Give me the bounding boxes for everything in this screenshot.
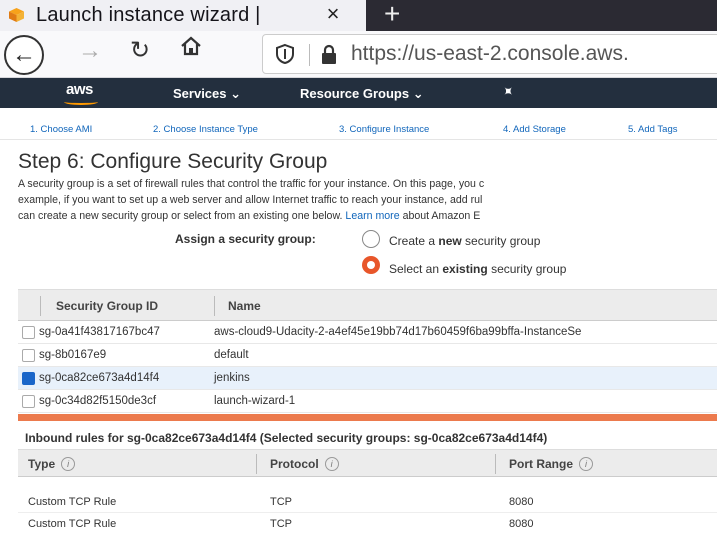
column-header-name[interactable]: Name xyxy=(228,299,261,313)
services-label: Services xyxy=(173,86,227,101)
header-label: Protocol xyxy=(270,457,319,471)
inbound-rules-title: Inbound rules for sg-0ca82ce673a4d14f4 (… xyxy=(25,431,548,445)
description-line: example, if you want to set up a web ser… xyxy=(18,194,483,206)
pin-icon[interactable]: ✦ xyxy=(498,81,518,101)
column-header-protocol[interactable]: Protocol i xyxy=(270,457,339,471)
assign-security-group-label: Assign a security group: xyxy=(175,232,316,246)
url-bar[interactable]: https://us-east-2.console.aws. xyxy=(262,34,717,74)
row-checkbox[interactable] xyxy=(22,372,35,385)
aws-cube-icon xyxy=(9,8,24,22)
browser-nav-bar: ← → ↻ https://us-east-2.console.aws. xyxy=(0,31,717,78)
column-divider[interactable] xyxy=(256,454,257,474)
url-separator xyxy=(309,44,310,66)
resource-groups-label: Resource Groups xyxy=(300,86,410,101)
description-line: can create a new security group or selec… xyxy=(18,208,717,224)
table-row: Custom TCP Rule TCP 8080 xyxy=(18,491,717,513)
column-divider[interactable] xyxy=(495,454,496,474)
forward-arrow-icon[interactable]: → xyxy=(78,37,102,65)
column-header-port-range[interactable]: Port Range i xyxy=(509,457,594,471)
step-choose-instance-type[interactable]: 2. Choose Instance Type xyxy=(153,124,258,135)
reload-icon[interactable]: ↻ xyxy=(130,36,150,65)
browser-tab[interactable]: Launch instance wizard | × xyxy=(0,0,366,31)
info-icon[interactable]: i xyxy=(579,457,594,471)
table-row[interactable]: sg-0a41f43817167bc47 aws-cloud9-Udacity-… xyxy=(18,321,717,344)
services-menu[interactable]: Services ⌄ xyxy=(173,86,241,102)
radio-label-text: security group xyxy=(487,262,567,276)
shield-icon[interactable] xyxy=(275,43,295,65)
sg-id-cell: sg-0c34d82f5150de3cf xyxy=(39,395,157,407)
rule-type-cell: Custom TCP Rule xyxy=(28,496,117,508)
select-existing-sg-label[interactable]: Select an existing security group xyxy=(389,262,566,276)
url-text: https://us-east-2.console.aws. xyxy=(351,42,629,65)
tab-title: Launch instance wizard | xyxy=(36,4,261,26)
radio-label-bold: existing xyxy=(442,262,488,276)
aws-console-header: aws Services ⌄ Resource Groups ⌄ ✦ xyxy=(0,78,717,108)
browser-tab-bar: Launch instance wizard | × + xyxy=(0,0,717,31)
lock-icon[interactable] xyxy=(320,44,338,66)
home-icon[interactable] xyxy=(180,35,202,64)
learn-more-link[interactable]: Learn more xyxy=(345,210,399,222)
security-group-table-header: Security Group ID Name xyxy=(18,289,717,321)
step-add-storage[interactable]: 4. Add Storage xyxy=(503,124,566,135)
page-description: A security group is a set of firewall ru… xyxy=(18,176,717,224)
new-tab-icon[interactable]: + xyxy=(384,0,400,30)
rule-protocol-cell: TCP xyxy=(270,496,292,508)
sg-id-cell: sg-8b0167e9 xyxy=(39,349,107,361)
radio-label-bold: new xyxy=(438,234,462,248)
sg-id-cell: sg-0ca82ce673a4d14f4 xyxy=(39,372,160,384)
table-row: Custom TCP Rule TCP 8080 xyxy=(18,513,717,534)
chevron-down-icon: ⌄ xyxy=(412,86,424,101)
rule-type-cell: Custom TCP Rule xyxy=(28,518,117,530)
header-label: Port Range xyxy=(509,457,574,471)
radio-label-text: Create a xyxy=(389,234,439,248)
create-new-sg-label[interactable]: Create a new security group xyxy=(389,234,540,248)
rule-protocol-cell: TCP xyxy=(270,518,292,530)
chevron-down-icon: ⌄ xyxy=(230,86,242,101)
page-title: Step 6: Configure Security Group xyxy=(18,150,328,173)
rule-port-cell: 8080 xyxy=(509,496,534,508)
close-tab-icon[interactable]: × xyxy=(318,1,348,27)
sg-id-cell: sg-0a41f43817167bc47 xyxy=(39,326,160,338)
select-existing-sg-radio[interactable] xyxy=(362,256,380,274)
row-checkbox[interactable] xyxy=(22,349,35,362)
radio-label-text: security group xyxy=(461,234,541,248)
rule-port-cell: 8080 xyxy=(509,518,534,530)
description-text: can create a new security group or selec… xyxy=(18,210,343,222)
inbound-rules-header: Type i Protocol i Port Range i xyxy=(18,449,717,477)
description-text: about Amazon E xyxy=(402,210,481,222)
radio-label-text: Select an xyxy=(389,262,443,276)
column-divider[interactable] xyxy=(214,296,215,316)
column-header-sg-id[interactable]: Security Group ID xyxy=(56,299,158,313)
header-label: Type xyxy=(28,457,56,471)
step-add-tags[interactable]: 5. Add Tags xyxy=(628,124,677,135)
table-row[interactable]: sg-8b0167e9 default xyxy=(18,344,717,367)
wizard-steps: 1. Choose AMI 2. Choose Instance Type 3.… xyxy=(0,118,717,140)
description-line: A security group is a set of firewall ru… xyxy=(18,178,485,190)
info-icon[interactable]: i xyxy=(324,457,339,471)
panel-resize-bar[interactable] xyxy=(18,414,717,421)
sg-name-cell: default xyxy=(214,349,249,361)
table-row[interactable]: sg-0ca82ce673a4d14f4 jenkins xyxy=(18,367,717,390)
sg-name-cell: aws-cloud9-Udacity-2-a4ef45e19bb74d17b60… xyxy=(214,326,582,338)
step-choose-ami[interactable]: 1. Choose AMI xyxy=(30,124,92,135)
aws-logo[interactable]: aws xyxy=(66,81,93,98)
info-icon[interactable]: i xyxy=(61,457,76,471)
aws-logo-smile xyxy=(64,99,98,105)
create-new-sg-radio[interactable] xyxy=(362,230,380,248)
sg-name-cell: jenkins xyxy=(214,372,250,384)
column-divider[interactable] xyxy=(40,296,41,316)
step-configure-instance[interactable]: 3. Configure Instance xyxy=(339,124,429,135)
resource-groups-menu[interactable]: Resource Groups ⌄ xyxy=(300,86,424,102)
back-arrow-icon[interactable]: ← xyxy=(4,35,44,75)
table-row[interactable]: sg-0c34d82f5150de3cf launch-wizard-1 xyxy=(18,390,717,413)
column-header-type[interactable]: Type i xyxy=(28,457,76,471)
row-checkbox[interactable] xyxy=(22,326,35,339)
row-checkbox[interactable] xyxy=(22,395,35,408)
sg-name-cell: launch-wizard-1 xyxy=(214,395,296,407)
